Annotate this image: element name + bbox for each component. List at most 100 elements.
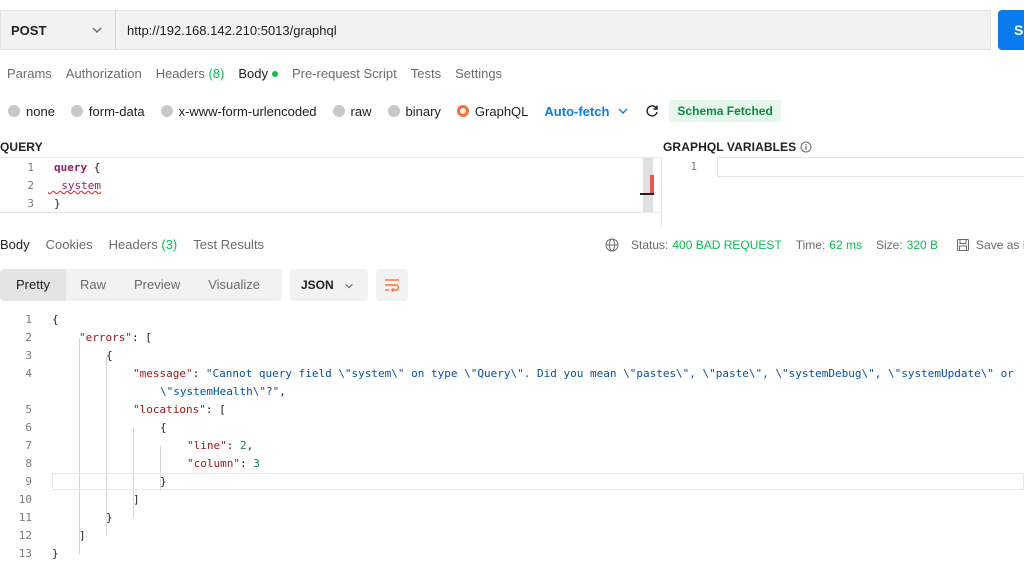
response-tab-cookies[interactable]: Cookies xyxy=(46,234,101,256)
response-line: 2 "errors": [ xyxy=(0,329,1024,347)
view-mode-visualize[interactable]: Visualize xyxy=(194,269,274,301)
code-text: } xyxy=(106,509,113,527)
json-punct: : xyxy=(226,439,240,452)
response-tab-body[interactable]: Body xyxy=(0,234,38,256)
response-line: 6{ xyxy=(0,419,1024,437)
url-input[interactable]: http://192.168.142.210:5013/graphql xyxy=(116,10,991,50)
variables-editor[interactable]: 1 xyxy=(663,157,1024,181)
tab-params[interactable]: Params xyxy=(0,62,59,86)
radio-raw[interactable]: raw xyxy=(332,103,372,119)
globe-icon[interactable] xyxy=(605,238,619,252)
response-body[interactable]: 1{2 "errors": [3{4 "message": "Cannot quer… xyxy=(0,311,1024,578)
radio-binary[interactable]: binary xyxy=(387,103,441,119)
line-number: 1 xyxy=(27,161,34,174)
json-punct: { xyxy=(52,313,59,326)
json-key: "locations" xyxy=(133,403,206,416)
tab-label: Params xyxy=(7,66,52,81)
query-editor[interactable]: 1 query {2 system 3} xyxy=(0,157,660,213)
code-text: "errors": [ xyxy=(79,329,152,347)
tab-body[interactable]: Body xyxy=(231,62,285,86)
radio-circle-icon xyxy=(70,105,83,117)
radio-label: binary xyxy=(405,103,441,119)
json-number: 3 xyxy=(253,457,260,470)
response-line: 13} xyxy=(0,545,1024,563)
auto-fetch-select[interactable]: Auto-fetch xyxy=(544,104,629,119)
response-line: 1{ xyxy=(0,311,1024,329)
request-tabs: Params Authorization Headers (8) Body Pre-re… xyxy=(0,62,509,86)
radio-form-data[interactable]: form-data xyxy=(70,104,145,119)
code-text: { xyxy=(52,311,59,329)
view-mode-preview[interactable]: Preview xyxy=(120,269,194,301)
line-number: 7 xyxy=(25,439,32,452)
pane-divider[interactable] xyxy=(661,157,662,227)
line-number: 2 xyxy=(27,179,34,192)
tab-label: Settings xyxy=(455,66,503,81)
code-text: ] xyxy=(79,527,86,545)
response-tab-test-results[interactable]: Test Results xyxy=(193,234,272,256)
response-line: \"systemHealth\"?", xyxy=(0,383,1024,401)
code-text: } xyxy=(160,473,167,491)
tab-label: Headers xyxy=(155,66,205,81)
response-tab-headers[interactable]: Headers (3) xyxy=(109,234,186,256)
radio-graphql[interactable]: GraphQL xyxy=(456,104,528,119)
url-bar: POST http://192.168.142.210:5013/graphql… xyxy=(0,10,1024,50)
info-icon[interactable] xyxy=(800,141,812,153)
error-marker xyxy=(650,175,654,193)
line-number: 1 xyxy=(25,313,32,326)
wrap-lines-button[interactable] xyxy=(376,269,408,301)
code-text: } xyxy=(54,195,61,213)
time-value[interactable]: 62 ms xyxy=(829,238,862,252)
method-select[interactable]: POST xyxy=(0,10,116,50)
tab-pre-request-script[interactable]: Pre-request Script xyxy=(285,62,404,86)
radio-label: none xyxy=(26,103,55,119)
view-mode-raw[interactable]: Raw xyxy=(66,269,120,301)
format-select[interactable]: JSON xyxy=(290,269,368,301)
variables-input[interactable] xyxy=(717,157,1024,177)
tab-count-badge: (8) xyxy=(204,66,225,81)
radio-x-www-form-urlencoded[interactable]: x-www-form-urlencoded xyxy=(160,103,317,119)
method-label: POST xyxy=(11,22,47,38)
send-button[interactable]: S xyxy=(998,10,1024,50)
code-text: "line": 2, xyxy=(187,437,253,455)
radio-label: x-www-form-urlencoded xyxy=(178,103,317,119)
view-mode-pretty[interactable]: Pretty xyxy=(0,269,66,301)
save-response-button[interactable]: Save as Ex xyxy=(976,238,1024,252)
size-value[interactable]: 320 B xyxy=(907,238,938,252)
json-punct: , xyxy=(246,439,254,452)
chevron-down-icon xyxy=(345,283,353,289)
code-text: "message": "Cannot query field \"system\… xyxy=(133,365,1014,383)
code-text: } xyxy=(52,545,59,563)
response-line: 9} xyxy=(0,473,1024,491)
url-text: http://192.168.142.210:5013/graphql xyxy=(127,22,337,38)
tab-label: Headers xyxy=(108,237,158,252)
radio-circle-icon xyxy=(387,105,400,117)
radio-label: raw xyxy=(350,103,372,119)
code-line: 1 query { xyxy=(0,159,660,177)
json-key: "errors" xyxy=(79,331,132,344)
radio-circle-icon xyxy=(456,105,469,117)
line-number: 4 xyxy=(25,367,32,380)
line-number: 6 xyxy=(25,421,32,434)
json-punct: ] xyxy=(133,493,140,506)
json-string: "Cannot query field \"system\" on type \… xyxy=(205,367,1014,380)
save-icon[interactable] xyxy=(956,238,970,252)
response-line: 11} xyxy=(0,509,1024,527)
line-number: 2 xyxy=(25,331,32,344)
response-line: 3{ xyxy=(0,347,1024,365)
json-punct: { xyxy=(160,421,167,434)
line-number: 13 xyxy=(18,547,32,560)
code-text: "column": 3 xyxy=(187,455,260,473)
code-text: \"systemHealth\"?", xyxy=(160,383,286,401)
query-pane-title: QUERY xyxy=(0,140,43,154)
tab-authorization[interactable]: Authorization xyxy=(59,62,149,86)
tab-settings[interactable]: Settings xyxy=(448,62,509,86)
radio-none[interactable]: none xyxy=(8,104,55,119)
tab-tests[interactable]: Tests xyxy=(404,62,448,86)
status-value[interactable]: 400 BAD REQUEST xyxy=(672,238,781,252)
variables-pane-title: GRAPHQL VARIABLES xyxy=(663,140,812,154)
refresh-icon[interactable] xyxy=(645,104,659,118)
code-text: query { xyxy=(54,159,100,177)
tab-headers[interactable]: Headers (8) xyxy=(149,62,232,86)
line-number: 9 xyxy=(25,475,32,488)
code-line: 3} xyxy=(0,195,660,213)
